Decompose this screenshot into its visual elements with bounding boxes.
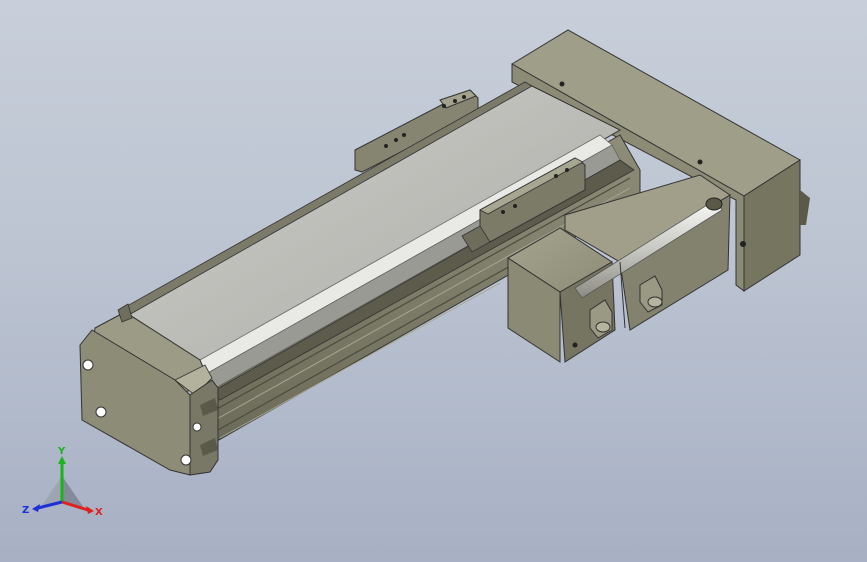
z-axis-label: Z xyxy=(22,505,29,516)
y-axis-label: Y xyxy=(57,446,66,457)
orientation-triad[interactable]: Y X Z xyxy=(22,446,112,526)
y-axis-arrow xyxy=(58,456,66,464)
z-axis-arrow xyxy=(32,504,40,512)
x-axis-label: X xyxy=(95,507,103,518)
x-axis-arrow xyxy=(86,506,94,514)
edge-detail xyxy=(800,190,810,225)
3d-model-scene[interactable] xyxy=(0,0,867,562)
graphics-viewport[interactable]: Y X Z xyxy=(0,0,867,562)
